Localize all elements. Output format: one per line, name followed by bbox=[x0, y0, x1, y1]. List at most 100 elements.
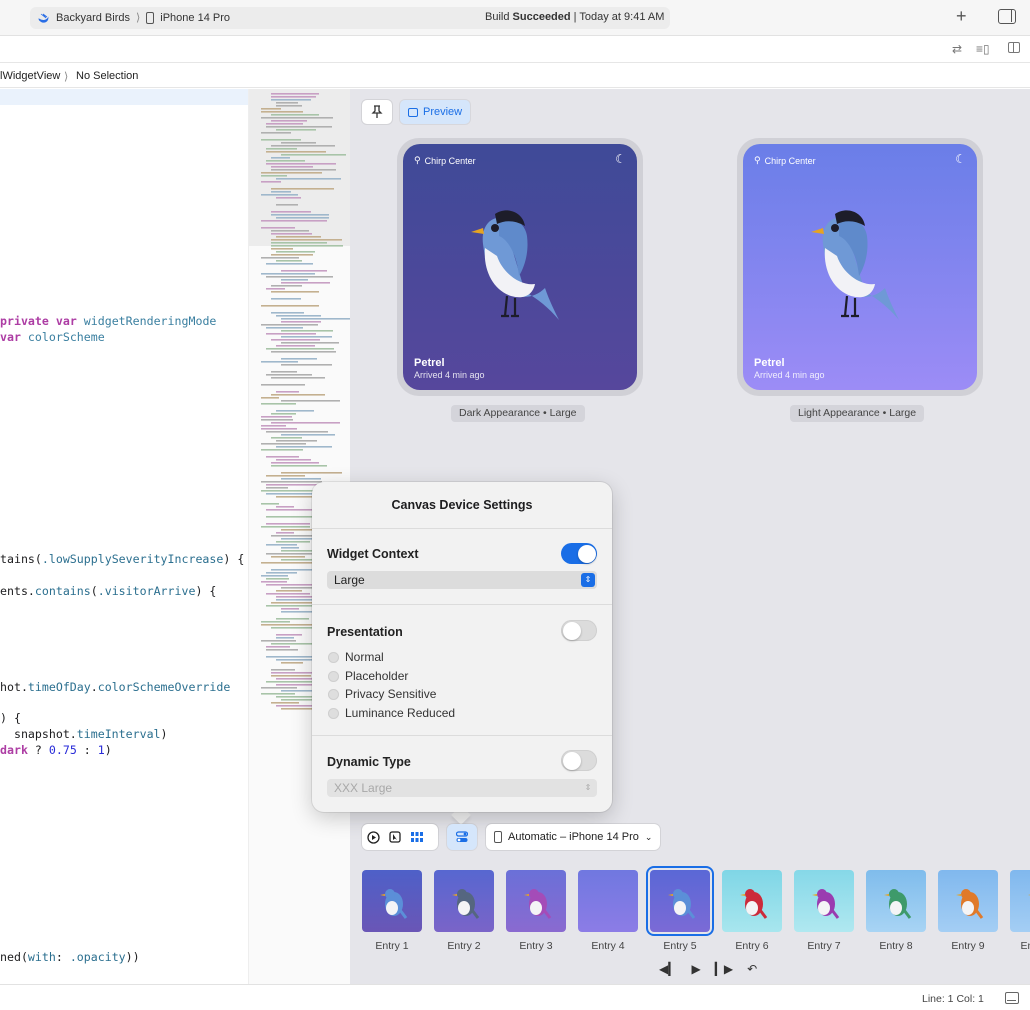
chevron-down-icon: ⌄ bbox=[644, 831, 653, 842]
light-appearance-caption: Light Appearance • Large bbox=[790, 405, 925, 422]
code-line[interactable]: dark ? 0.75 : 1) bbox=[0, 743, 112, 757]
device-settings-button[interactable] bbox=[447, 824, 477, 850]
play-icon[interactable]: ▶ bbox=[691, 962, 700, 976]
minimap-line bbox=[266, 333, 316, 335]
pin-icon bbox=[371, 105, 383, 118]
minimap-line bbox=[276, 260, 302, 262]
minimap-line bbox=[276, 541, 310, 543]
timeline-entry-thumbnail[interactable] bbox=[504, 868, 568, 934]
minimap-line bbox=[266, 160, 305, 162]
widget-preview-light[interactable]: ⚲ Chirp Center ☾ Petrel Arrived 4 min ag… bbox=[737, 138, 983, 396]
presentation-toggle[interactable] bbox=[561, 620, 597, 641]
minimap-line bbox=[266, 475, 305, 477]
sidebar-right-icon[interactable] bbox=[998, 9, 1016, 24]
dynamic-type-toggle[interactable] bbox=[561, 750, 597, 771]
minimap-line bbox=[276, 459, 311, 461]
minimap-line bbox=[281, 400, 340, 402]
source-editor[interactable]: private var widgetRenderingMode var colo… bbox=[0, 89, 248, 984]
selectable-mode-icon[interactable] bbox=[384, 831, 406, 843]
timeline-entry-thumbnail[interactable] bbox=[1008, 868, 1030, 934]
radio-normal[interactable]: Normal bbox=[328, 650, 384, 664]
timeline-entry-thumbnail[interactable] bbox=[792, 868, 856, 934]
entry-widget-snapshot bbox=[722, 870, 782, 932]
code-line[interactable]: hot.timeOfDay.colorSchemeOverride bbox=[0, 680, 230, 694]
radio-placeholder[interactable]: Placeholder bbox=[328, 669, 408, 683]
editor-options-icon[interactable]: ≡▯ bbox=[976, 42, 990, 56]
timeline-entry-thumbnail[interactable] bbox=[864, 868, 928, 934]
widget-header: ⚲ Chirp Center bbox=[414, 155, 476, 166]
minimap-line bbox=[276, 217, 329, 219]
timeline-entry-thumbnail[interactable] bbox=[360, 868, 424, 934]
minimap-line bbox=[261, 117, 333, 119]
timeline-strip: Entry 1 Entry 2 Entry 3 Entry 4 Entry 5 Entry… bbox=[350, 860, 1030, 984]
split-editor-icon[interactable] bbox=[1008, 42, 1020, 56]
minimap-line bbox=[261, 139, 301, 141]
bird-thumbnail-icon bbox=[884, 889, 912, 919]
code-line[interactable]: snapshot.timeInterval) bbox=[0, 727, 168, 741]
widget-context-toggle[interactable] bbox=[561, 543, 597, 564]
variants-grid-icon[interactable] bbox=[406, 832, 428, 842]
timeline-entry-thumbnail[interactable] bbox=[432, 868, 496, 934]
minimap-line bbox=[266, 593, 310, 595]
minimap-line bbox=[261, 108, 281, 110]
minimap-line bbox=[276, 251, 315, 253]
bird-thumbnail-icon bbox=[812, 889, 840, 919]
jump-bar-selection[interactable]: No Selection bbox=[76, 70, 138, 82]
minimap-line bbox=[271, 298, 301, 300]
timeline-entry-label: Entry 3 bbox=[519, 940, 553, 952]
plus-icon[interactable]: + bbox=[956, 6, 967, 26]
jump-bar-file[interactable]: lWidgetView bbox=[0, 70, 60, 82]
code-line[interactable]: var colorScheme bbox=[0, 330, 105, 344]
widget-preview-dark[interactable]: ⚲ Chirp Center ☾ Petrel Arrived 4 min ag… bbox=[397, 138, 643, 396]
code-line[interactable]: ) { bbox=[0, 711, 21, 725]
minimap-line bbox=[281, 142, 316, 144]
pin-button[interactable] bbox=[362, 100, 392, 124]
minimap-line bbox=[266, 649, 298, 651]
reset-icon[interactable]: ↶ bbox=[747, 962, 757, 976]
debug-area-toggle-icon[interactable] bbox=[1005, 992, 1019, 1004]
minimap-line bbox=[266, 523, 310, 525]
timeline-entry-label: Entry 9 bbox=[951, 940, 985, 952]
chevron-right-icon: ⟩ bbox=[135, 12, 141, 24]
timeline-entry-label: Entry 1 bbox=[375, 940, 409, 952]
code-line[interactable]: private var widgetRenderingMode bbox=[0, 314, 216, 328]
minimap-line bbox=[261, 172, 322, 174]
radio-button-icon bbox=[328, 707, 339, 719]
code-line[interactable]: ents.contains(.visitorArrive) { bbox=[0, 584, 216, 598]
code-line[interactable]: ned(with: .opacity)) bbox=[0, 950, 140, 964]
code-line[interactable]: tains(.lowSupplySeverityIncrease) { bbox=[0, 552, 244, 566]
arrival-time: Arrived 4 min ago bbox=[414, 370, 485, 380]
minimap-line bbox=[271, 230, 309, 232]
minimap-line bbox=[281, 321, 321, 323]
minimap-line bbox=[276, 197, 301, 199]
widget-family-select[interactable]: Large ⇕ bbox=[327, 571, 597, 589]
minimap-line bbox=[271, 245, 343, 247]
bird-thumbnail-icon bbox=[380, 889, 408, 919]
timeline-entry-thumbnail[interactable] bbox=[648, 868, 712, 934]
minimap-line bbox=[271, 643, 317, 645]
timeline-entry-thumbnail[interactable] bbox=[936, 868, 1000, 934]
minimap-line bbox=[271, 157, 290, 159]
build-status: Build Succeeded | Today at 9:41 AM bbox=[485, 11, 665, 23]
live-mode-icon[interactable] bbox=[362, 830, 384, 844]
chevron-up-down-icon: ⇕ bbox=[584, 783, 592, 792]
scheme-name[interactable]: Backyard Birds bbox=[56, 12, 130, 24]
preview-button[interactable]: Preview bbox=[400, 100, 471, 124]
minimap-line bbox=[276, 440, 317, 442]
radio-button-icon bbox=[328, 688, 339, 700]
bird-illustration bbox=[471, 210, 559, 320]
timeline-entry-thumbnail[interactable] bbox=[720, 868, 784, 934]
minimap-line bbox=[266, 578, 289, 580]
minimap-line bbox=[271, 462, 319, 464]
swap-arrows-icon[interactable]: ⇄ bbox=[952, 42, 962, 56]
run-destination[interactable]: iPhone 14 Pro bbox=[160, 12, 230, 24]
radio-privacy-sensitive[interactable]: Privacy Sensitive bbox=[328, 687, 436, 701]
minimap-line bbox=[276, 391, 299, 393]
radio-luminance-reduced[interactable]: Luminance Reduced bbox=[328, 706, 455, 720]
previous-entry-icon[interactable]: ◀▎ bbox=[659, 962, 677, 976]
next-entry-icon[interactable]: ▎▶ bbox=[715, 962, 733, 976]
minimap-line bbox=[271, 169, 336, 171]
timeline-entry-thumbnail[interactable] bbox=[576, 868, 640, 934]
preview-device-menu[interactable]: Automatic – iPhone 14 Pro ⌄ bbox=[486, 824, 661, 850]
scheme-selector[interactable]: Backyard Birds ⟩ iPhone 14 Pro bbox=[38, 11, 230, 24]
